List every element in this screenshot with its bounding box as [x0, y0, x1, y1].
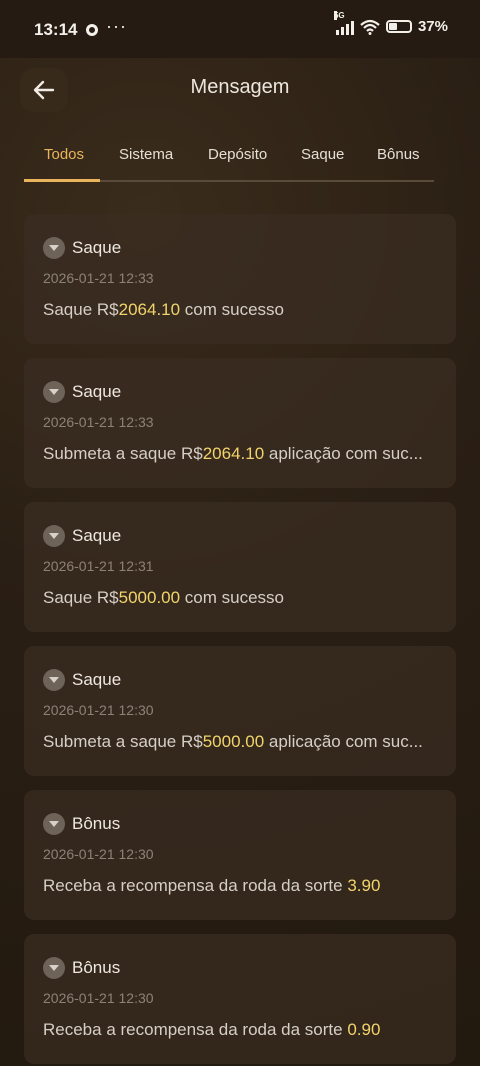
message-title: Bônus	[72, 814, 121, 833]
message-suffix: com sucesso	[180, 300, 285, 319]
message-text: Saque R$5000.00 com sucesso	[43, 588, 443, 608]
message-prefix: Saque R$	[43, 300, 119, 319]
more-notifications-icon: ···	[106, 16, 127, 36]
message-suffix: aplicação com suc...	[264, 444, 423, 463]
message-card[interactable]: Saque 2026-01-21 12:30 Submeta a saque R…	[24, 646, 456, 776]
message-text: Submeta a saque R$2064.10 aplicação com …	[43, 444, 443, 464]
message-prefix: Receba a recompensa da roda da sorte	[43, 1020, 348, 1039]
message-amount: 5000.00	[118, 588, 181, 607]
chevron-down-icon[interactable]	[43, 525, 65, 547]
message-title: Saque	[72, 670, 122, 689]
chevron-down-icon[interactable]	[43, 813, 65, 835]
battery-icon	[385, 20, 412, 33]
page-title: Mensagem	[190, 76, 290, 98]
chevron-down-icon[interactable]	[43, 381, 65, 403]
wifi-icon	[360, 19, 380, 35]
chevron-down-icon[interactable]	[43, 237, 65, 259]
message-amount: 0.90	[347, 1020, 381, 1039]
battery-percent: 37%	[417, 18, 448, 35]
message-amount: 3.90	[347, 876, 381, 895]
status-icons: 5G 37%	[333, 10, 448, 35]
message-text: Receba a recompensa da roda da sorte 0.9…	[43, 1020, 443, 1040]
message-date: 2026-01-21 12:33	[43, 270, 154, 286]
message-prefix: Submeta a saque R$	[43, 444, 203, 463]
network-type: 5G	[333, 10, 345, 20]
message-amount: 5000.00	[202, 732, 265, 751]
tab-todos[interactable]: Todos	[44, 146, 84, 163]
tab-bar: Todos Sistema Depósito Saque Bônus	[24, 140, 434, 182]
message-text: Saque R$2064.10 com sucesso	[43, 300, 443, 320]
message-prefix: Submeta a saque R$	[43, 732, 203, 751]
status-bar: 13:14 ··· 5G 37%	[0, 0, 480, 58]
message-card[interactable]: Saque 2026-01-21 12:33 Saque R$2064.10 c…	[24, 214, 456, 344]
header: Mensagem	[0, 58, 480, 122]
message-title: Bônus	[72, 958, 121, 977]
signal-icon: 5G	[333, 10, 354, 35]
message-title: Saque	[72, 526, 122, 545]
message-date: 2026-01-21 12:30	[43, 702, 154, 718]
message-card[interactable]: Bônus 2026-01-21 12:30 Receba a recompen…	[24, 934, 456, 1064]
message-text: Submeta a saque R$5000.00 aplicação com …	[43, 732, 443, 752]
tab-bonus[interactable]: Bônus	[377, 146, 420, 163]
message-amount: 2064.10	[202, 444, 265, 463]
message-date: 2026-01-21 12:30	[43, 990, 154, 1006]
message-date: 2026-01-21 12:31	[43, 558, 154, 574]
active-tab-indicator	[24, 179, 100, 182]
message-card[interactable]: Saque 2026-01-21 12:33 Submeta a saque R…	[24, 358, 456, 488]
chrome-icon	[86, 24, 98, 36]
message-text: Receba a recompensa da roda da sorte 3.9…	[43, 876, 443, 896]
message-card[interactable]: Bônus 2026-01-21 12:30 Receba a recompen…	[24, 790, 456, 920]
message-amount: 2064.10	[118, 300, 181, 319]
message-title: Saque	[72, 238, 122, 257]
message-prefix: Receba a recompensa da roda da sorte	[43, 876, 348, 895]
message-date: 2026-01-21 12:33	[43, 414, 154, 430]
tab-sistema[interactable]: Sistema	[119, 146, 173, 163]
tab-saque[interactable]: Saque	[301, 146, 344, 163]
chevron-down-icon[interactable]	[43, 957, 65, 979]
message-prefix: Saque R$	[43, 588, 119, 607]
message-card[interactable]: Saque 2026-01-21 12:31 Saque R$5000.00 c…	[24, 502, 456, 632]
message-suffix: aplicação com suc...	[264, 732, 423, 751]
chevron-down-icon[interactable]	[43, 669, 65, 691]
message-date: 2026-01-21 12:30	[43, 846, 154, 862]
message-title: Saque	[72, 382, 122, 401]
status-time: 13:14	[34, 20, 78, 39]
tab-deposito[interactable]: Depósito	[208, 146, 267, 163]
message-suffix: com sucesso	[180, 588, 285, 607]
